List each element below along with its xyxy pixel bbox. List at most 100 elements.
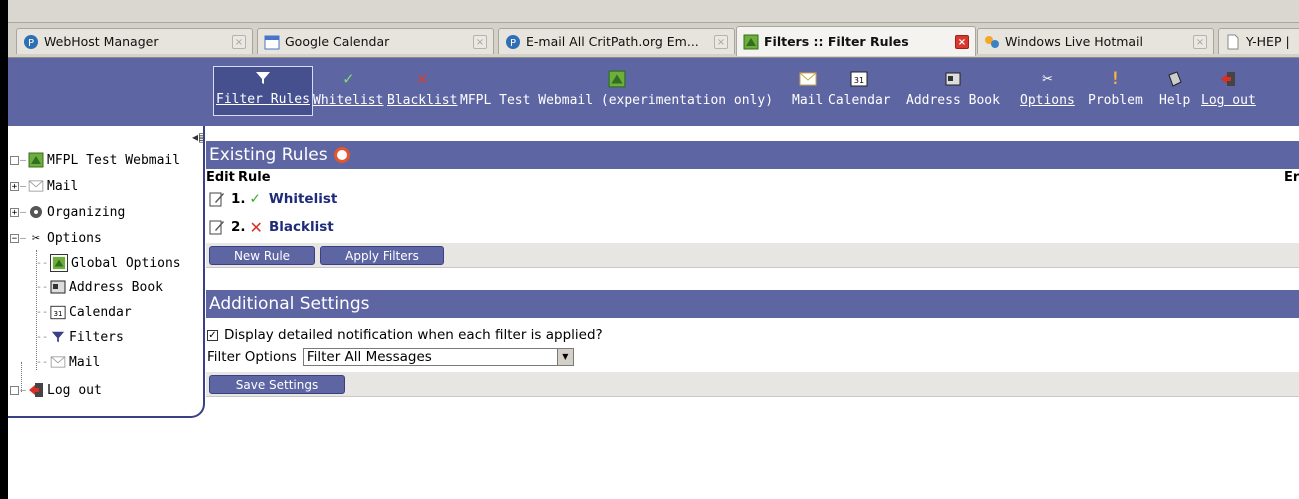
section-title: Existing Rules <box>209 145 328 165</box>
svg-text:P: P <box>510 38 516 49</box>
nav-whitelist[interactable]: ✓ Whitelist <box>313 68 383 118</box>
collapse-sidebar-icon[interactable]: ◂▤ <box>192 130 203 144</box>
nav-filter-rules[interactable]: Filter Rules <box>213 66 313 116</box>
organizing-icon <box>28 204 44 220</box>
tab-label: Windows Live Hotmail <box>1005 34 1144 49</box>
rule-number: 1. <box>231 191 246 207</box>
portal-icon <box>743 34 759 49</box>
close-icon[interactable]: × <box>473 34 487 49</box>
envelope-icon <box>50 354 66 370</box>
col-enabled: Er <box>1284 170 1299 185</box>
nav-label: Mail <box>792 93 824 108</box>
expand-icon[interactable]: + <box>10 181 19 191</box>
tools-icon: ✂ <box>32 230 40 246</box>
col-rule: Rule <box>238 170 271 185</box>
address-book-icon <box>942 68 964 90</box>
nav-label: MFPL Test Webmail (experimentation only) <box>460 93 774 108</box>
tab-email-critpath[interactable]: P E-mail All CritPath.org Em... × <box>498 28 735 54</box>
expand-icon[interactable]: + <box>10 207 19 217</box>
rule-row-whitelist: 1. ✓ Whitelist <box>206 188 1299 210</box>
new-rule-button[interactable]: New Rule <box>209 246 315 265</box>
tab-label: WebHost Manager <box>44 34 159 49</box>
edit-icon[interactable] <box>209 219 225 235</box>
tree-toggle[interactable] <box>10 155 19 165</box>
windows-live-icon <box>985 35 999 48</box>
rule-link[interactable]: Blacklist <box>269 219 334 235</box>
apply-filters-button[interactable]: Apply Filters <box>320 246 444 265</box>
close-icon[interactable]: × <box>955 34 969 49</box>
filter-icon <box>252 67 274 89</box>
tree-label: Mail <box>69 354 101 370</box>
tab-y-hep[interactable]: Y-HEP | <box>1218 28 1299 54</box>
nav-address-book[interactable]: Address Book <box>906 68 1000 118</box>
main-content: Existing Rules Edit Rule Er 1. ✓ Whiteli… <box>206 126 1299 499</box>
filter-options-label: Filter Options <box>207 349 297 365</box>
tree-label: MFPL Test Webmail <box>47 152 181 168</box>
window-frame-edge <box>0 0 8 499</box>
notify-setting: ✓ Display detailed notification when eac… <box>207 327 603 343</box>
rule-link[interactable]: Whitelist <box>269 191 337 207</box>
tree-node-options[interactable]: − ‒ ✂ Options <box>10 230 102 246</box>
close-icon[interactable]: × <box>1193 34 1207 49</box>
tab-label: Y-HEP | <box>1246 34 1290 49</box>
cpanel-icon: P <box>506 34 520 49</box>
tree-node-filters[interactable]: ‐‐ Filters <box>36 329 124 345</box>
app-nav-bar: Filter Rules ✓ Whitelist ✕ Blacklist MFP… <box>8 58 1299 126</box>
notify-checkbox[interactable]: ✓ <box>207 329 218 341</box>
address-book-icon <box>50 279 66 295</box>
tree-node-root[interactable]: ‒ MFPL Test Webmail <box>10 152 180 168</box>
section-title: Additional Settings <box>209 294 370 314</box>
envelope-icon <box>797 68 819 90</box>
tree-node-organizing[interactable]: + ‒ Organizing <box>10 204 125 220</box>
nav-log-out[interactable]: Log out <box>1201 68 1256 118</box>
filter-options-select[interactable]: Filter All Messages ▼ <box>302 348 574 366</box>
svg-text:31: 31 <box>54 309 63 318</box>
nav-problem[interactable]: ! Problem <box>1088 68 1143 118</box>
portal-icon <box>50 254 69 272</box>
nav-label: Whitelist <box>313 93 384 108</box>
save-settings-button[interactable]: Save Settings <box>209 375 345 394</box>
tab-webhost-manager[interactable]: P WebHost Manager × <box>16 28 253 54</box>
edit-icon[interactable] <box>209 191 225 207</box>
nav-blacklist[interactable]: ✕ Blacklist <box>387 68 457 118</box>
nav-mfpl-test-webmail[interactable]: MFPL Test Webmail (experimentation only) <box>460 68 773 118</box>
tab-filter-rules[interactable]: Filters :: Filter Rules × <box>736 26 976 56</box>
rule-row-blacklist: 2. ✕ Blacklist <box>206 216 1299 238</box>
svg-text:31: 31 <box>854 76 864 85</box>
settings-button-bar: Save Settings <box>206 372 1299 397</box>
nav-calendar[interactable]: 31 Calendar <box>828 68 891 118</box>
tree-node-calendar[interactable]: ‐‐ 31 Calendar <box>36 304 132 320</box>
collapse-icon[interactable]: − <box>10 233 19 243</box>
tree-node-global-options[interactable]: ‐‐ Global Options <box>36 254 181 272</box>
tab-google-calendar[interactable]: Google Calendar × <box>257 28 494 54</box>
close-icon[interactable]: × <box>232 34 246 49</box>
nav-mail[interactable]: Mail <box>792 68 823 118</box>
browser-tab-bar: P WebHost Manager × Google Calendar × P … <box>8 23 1299 58</box>
tab-windows-live-hotmail[interactable]: Windows Live Hotmail × <box>977 28 1214 54</box>
help-lifebuoy-icon[interactable] <box>333 147 350 163</box>
nav-help[interactable]: Help <box>1159 68 1190 118</box>
checkmark-icon: ✓ <box>343 69 354 89</box>
tab-label: Filters :: Filter Rules <box>764 34 909 49</box>
select-value: Filter All Messages <box>306 349 432 365</box>
tree-node-mail-options[interactable]: ‐‐ Mail <box>36 354 100 370</box>
tree-toggle[interactable] <box>10 385 19 395</box>
tree-node-address-book[interactable]: ‐‐ Address Book <box>36 279 163 295</box>
nav-label: Address Book <box>906 93 1000 108</box>
tree-label: Mail <box>47 178 79 194</box>
tree-node-mail[interactable]: + ‒ Mail <box>10 178 78 194</box>
col-edit: Edit <box>206 170 235 185</box>
tree-label: Address Book <box>69 279 163 295</box>
close-icon[interactable]: × <box>714 34 728 49</box>
nav-options[interactable]: ✂ Options <box>1020 68 1075 118</box>
tree-label: Options <box>47 230 102 246</box>
nav-label: Log out <box>1201 93 1256 108</box>
chevron-down-icon[interactable]: ▼ <box>556 349 573 365</box>
logout-icon <box>28 382 44 398</box>
tree-node-log-out[interactable]: ‒ Log out <box>10 382 102 398</box>
notify-label: Display detailed notification when each … <box>224 327 603 343</box>
help-icon <box>1164 68 1186 90</box>
svg-text:P: P <box>28 38 34 49</box>
portal-icon <box>606 68 628 90</box>
tab-label: Google Calendar <box>285 34 390 49</box>
